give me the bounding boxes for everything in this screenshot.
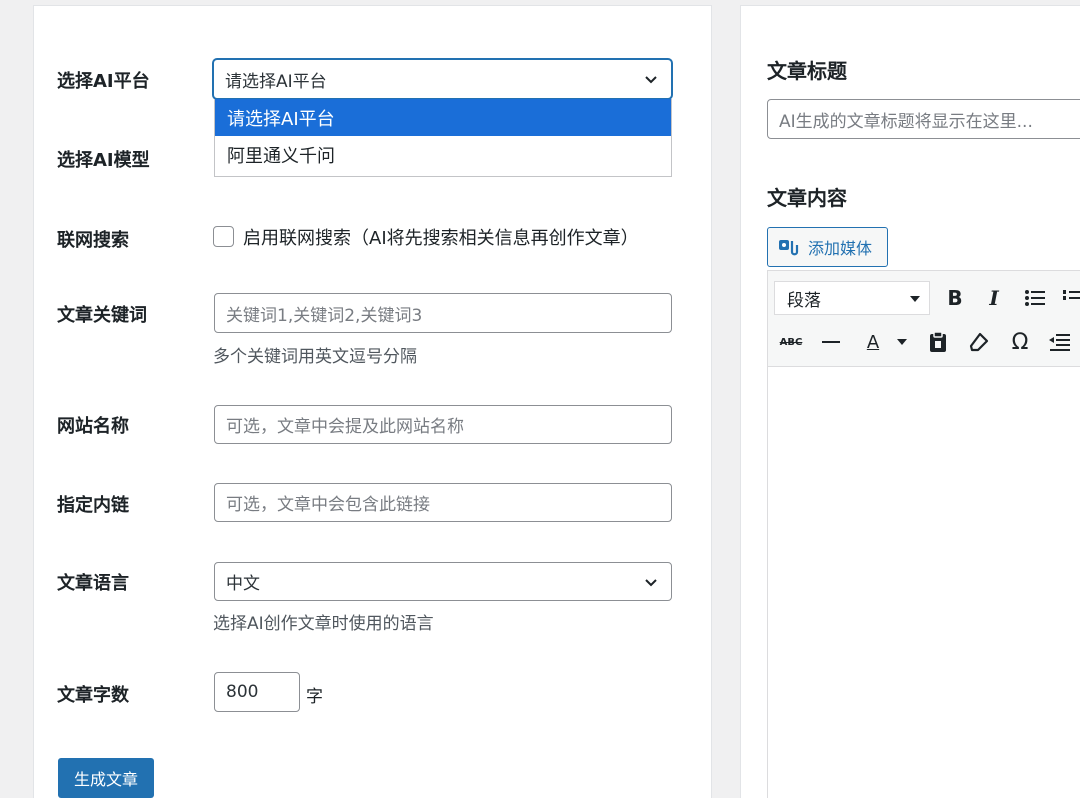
platform-label: 选择AI平台: [57, 71, 150, 92]
caret-down-icon: [910, 296, 920, 302]
keywords-input[interactable]: 关键词1,关键词2,关键词3: [214, 293, 672, 333]
add-media-label: 添加媒体: [808, 239, 873, 258]
horizontal-rule-button[interactable]: [816, 327, 846, 357]
format-select[interactable]: 段落: [774, 281, 930, 315]
word-count-input[interactable]: 800: [214, 672, 300, 712]
keywords-label: 文章关键词: [57, 305, 147, 326]
horizontal-rule-icon: [822, 341, 840, 343]
platform-select-value: 请选择AI平台: [225, 71, 327, 92]
text-color-button[interactable]: A: [858, 327, 888, 357]
special-character-button[interactable]: Ω: [1005, 327, 1035, 357]
chevron-down-icon: [645, 76, 657, 84]
language-select[interactable]: 中文: [214, 562, 672, 601]
web-search-checkbox[interactable]: [213, 226, 234, 247]
web-search-label: 联网搜索: [57, 230, 129, 251]
article-title-input[interactable]: AI生成的文章标题将显示在这里...: [767, 99, 1080, 139]
site-name-placeholder: 可选，文章中会提及此网站名称: [226, 417, 464, 437]
word-count-value: 800: [226, 682, 259, 702]
language-select-value: 中文: [226, 574, 260, 594]
clipboard-icon: [930, 331, 946, 352]
web-search-checkbox-label[interactable]: 启用联网搜索（AI将先搜索相关信息再创作文章）: [243, 224, 639, 250]
internal-link-placeholder: 可选，文章中会包含此链接: [226, 495, 430, 515]
bold-button[interactable]: B: [940, 283, 970, 313]
keywords-hint: 多个关键词用英文逗号分隔: [213, 347, 417, 367]
media-icon: [779, 240, 799, 256]
numbered-list-icon: [1063, 290, 1080, 300]
generate-article-button[interactable]: 生成文章: [58, 758, 154, 798]
content-editor[interactable]: 段落 B I ABC A Ω: [767, 270, 1080, 798]
italic-button[interactable]: I: [979, 283, 1009, 313]
numbered-list-button[interactable]: [1058, 283, 1080, 313]
add-media-button[interactable]: 添加媒体: [767, 227, 888, 267]
model-label: 选择AI模型: [57, 150, 150, 171]
paste-text-button[interactable]: [923, 327, 953, 357]
site-name-input[interactable]: 可选，文章中会提及此网站名称: [214, 405, 672, 444]
platform-dropdown-list: 请选择AI平台 阿里通义千问: [214, 99, 672, 177]
internal-link-label: 指定内链: [57, 495, 129, 516]
platform-option-default[interactable]: 请选择AI平台: [215, 99, 671, 136]
text-color-caret-icon: [897, 339, 907, 345]
internal-link-input[interactable]: 可选，文章中会包含此链接: [214, 483, 672, 522]
article-content-label: 文章内容: [767, 186, 847, 210]
keywords-placeholder: 关键词1,关键词2,关键词3: [226, 305, 423, 326]
chevron-down-icon: [645, 578, 657, 586]
site-name-label: 网站名称: [57, 416, 129, 437]
word-count-unit: 字: [306, 687, 323, 707]
clear-formatting-button[interactable]: [964, 327, 994, 357]
language-hint: 选择AI创作文章时使用的语言: [213, 614, 434, 634]
format-select-value: 段落: [787, 290, 821, 311]
bullet-list-icon: [1025, 290, 1045, 306]
article-title-placeholder: AI生成的文章标题将显示在这里...: [779, 111, 1033, 132]
bullet-list-button[interactable]: [1020, 283, 1050, 313]
language-label: 文章语言: [57, 573, 129, 594]
eraser-icon: [969, 332, 989, 352]
article-title-label: 文章标题: [767, 59, 847, 83]
outdent-button[interactable]: [1044, 327, 1074, 357]
editor-toolbar: 段落 B I ABC A Ω: [768, 271, 1080, 367]
strikethrough-button[interactable]: ABC: [776, 327, 806, 357]
platform-option-qwen[interactable]: 阿里通义千问: [215, 136, 671, 173]
platform-select[interactable]: 请选择AI平台: [213, 59, 672, 99]
outdent-icon: [1049, 334, 1070, 351]
word-count-label: 文章字数: [57, 685, 129, 706]
